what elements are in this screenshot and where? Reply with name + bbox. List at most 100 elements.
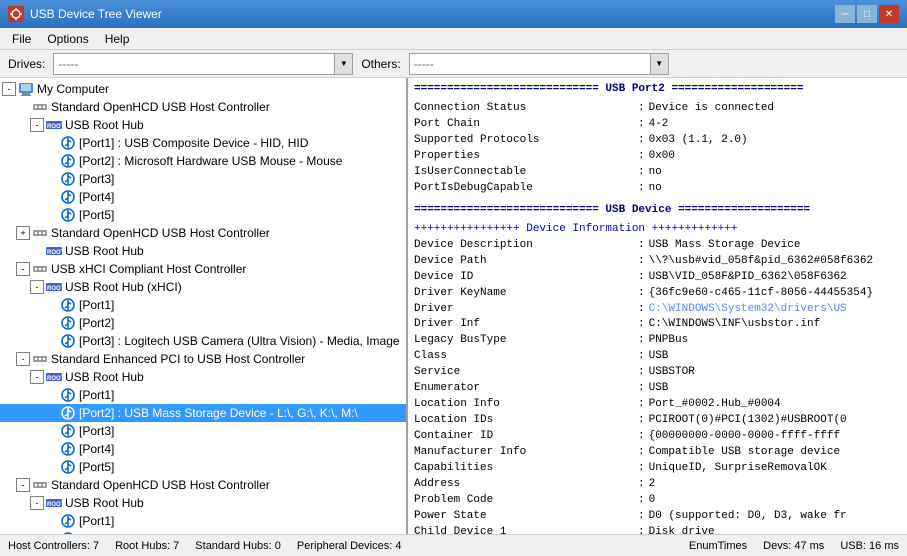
- port2-header: ============================ USB Port2 =…: [414, 82, 901, 97]
- svg-text:ROOT: ROOT: [47, 502, 62, 508]
- details-panel[interactable]: ============================ USB Port2 =…: [408, 78, 907, 534]
- tree-label-mycomputer: My Computer: [37, 82, 109, 96]
- location-ids-val: PCIROOT(0)#PCI(1302)#USBROOT(0: [649, 413, 847, 429]
- tree-item-port5-1[interactable]: [Port1]: [0, 512, 406, 530]
- tree-item-port1-1[interactable]: [Port1] : USB Composite Device - HID, HI…: [0, 134, 406, 152]
- problem-code-val: 0: [649, 493, 656, 509]
- tree-item-roothub4[interactable]: -ROOTUSB Root Hub: [0, 368, 406, 386]
- port-chain-row: Port Chain : 4-2: [414, 117, 901, 133]
- tree-label-port4-1: [Port1]: [79, 388, 114, 402]
- others-combo[interactable]: ----- ▼: [409, 53, 669, 75]
- others-label: Others:: [361, 57, 400, 71]
- tree-item-ohci2[interactable]: +Standard OpenHCD USB Host Controller: [0, 224, 406, 242]
- tree-label-port5-1: [Port1]: [79, 514, 114, 528]
- host-controllers-status: Host Controllers: 7: [8, 540, 99, 552]
- tree-panel[interactable]: - My Computer Standard OpenHCD USB Host Co…: [0, 78, 408, 534]
- address-val: 2: [649, 477, 656, 493]
- drives-combo[interactable]: ----- ▼: [53, 53, 353, 75]
- standard-hubs-status: Standard Hubs: 0: [195, 540, 281, 552]
- tree-item-port3-3[interactable]: [Port3] : Logitech USB Camera (Ultra Vis…: [0, 332, 406, 350]
- legacy-bustype-val: PNPBus: [649, 333, 689, 349]
- tree-item-port4-4[interactable]: [Port4]: [0, 440, 406, 458]
- tree-item-ohci3[interactable]: -Standard Enhanced PCI to USB Host Contr…: [0, 350, 406, 368]
- manufacturer-info-row: Manufacturer Info : Compatible USB stora…: [414, 445, 901, 461]
- minimize-button[interactable]: ─: [835, 5, 855, 23]
- tree-icon-computer: [18, 81, 34, 97]
- tree-item-port4-3[interactable]: [Port3]: [0, 422, 406, 440]
- tree-item-roothub1[interactable]: -ROOTUSB Root Hub: [0, 116, 406, 134]
- menu-file[interactable]: File: [4, 30, 39, 48]
- tree-item-roothub2[interactable]: ROOTUSB Root Hub: [0, 242, 406, 260]
- tree-item-port1-4[interactable]: [Port4]: [0, 188, 406, 206]
- expand-btn-mycomputer[interactable]: -: [2, 82, 16, 96]
- tree-item-roothub5[interactable]: -ROOTUSB Root Hub: [0, 494, 406, 512]
- devs-status: Devs: 47 ms: [763, 540, 824, 552]
- tree-label-port1-4: [Port4]: [79, 190, 114, 204]
- tree-item-port4-1[interactable]: [Port1]: [0, 386, 406, 404]
- power-state-key: Power State: [414, 509, 634, 525]
- tree-item-port1-2[interactable]: [Port2] : Microsoft Hardware USB Mouse -…: [0, 152, 406, 170]
- svg-text:ROOT: ROOT: [47, 286, 62, 292]
- drives-dropdown-btn[interactable]: ▼: [334, 54, 352, 74]
- others-dropdown-btn[interactable]: ▼: [650, 54, 668, 74]
- tree-icon-usb: [60, 405, 76, 421]
- tree-label-port5-2: [Port2]: [79, 532, 114, 534]
- tree-item-port3-1[interactable]: [Port1]: [0, 296, 406, 314]
- connection-status-val: Device is connected: [649, 101, 774, 117]
- legacy-bustype-key: Legacy BusType: [414, 333, 634, 349]
- device-path-val: \\?\usb#vid_058f&pid_6362#058f6362: [649, 254, 873, 270]
- menu-help[interactable]: Help: [97, 30, 138, 48]
- tree-item-port3-2[interactable]: [Port2]: [0, 314, 406, 332]
- service-val: USBSTOR: [649, 365, 695, 381]
- tree-item-port4-5[interactable]: [Port5]: [0, 458, 406, 476]
- manufacturer-info-key: Manufacturer Info: [414, 445, 634, 461]
- tree-icon-pci: [32, 99, 48, 115]
- child-device-val: Disk drive: [649, 525, 715, 534]
- driver-val: C:\WINDOWS\System32\drivers\US: [649, 302, 847, 318]
- device-description-val: USB Mass Storage Device: [649, 238, 801, 254]
- tree-item-roothub3[interactable]: -ROOTUSB Root Hub (xHCI): [0, 278, 406, 296]
- service-row: Service : USBSTOR: [414, 365, 901, 381]
- svg-text:ROOT: ROOT: [47, 124, 62, 130]
- connection-status-key: Connection Status: [414, 101, 634, 117]
- enumerator-val: USB: [649, 381, 669, 397]
- expand-btn-ohci3[interactable]: -: [16, 352, 30, 366]
- port-chain-key: Port Chain: [414, 117, 634, 133]
- power-state-row: Power State : D0 (supported: D0, D3, wak…: [414, 509, 901, 525]
- tree-icon-pci: [32, 477, 48, 493]
- expand-btn-roothub3[interactable]: -: [30, 280, 44, 294]
- tree-item-port1-5[interactable]: [Port5]: [0, 206, 406, 224]
- tree-item-port1-3[interactable]: [Port3]: [0, 170, 406, 188]
- usb-status: USB: 16 ms: [840, 540, 899, 552]
- tree-icon-pci: [32, 261, 48, 277]
- close-button[interactable]: ✕: [879, 5, 899, 23]
- expand-btn-ohci2[interactable]: +: [16, 226, 30, 240]
- expand-btn-roothub1[interactable]: -: [30, 118, 44, 132]
- tree-item-xhci1[interactable]: -USB xHCI Compliant Host Controller: [0, 260, 406, 278]
- port-is-debug-capable-val: no: [649, 181, 662, 197]
- expand-btn-ohci4[interactable]: -: [16, 478, 30, 492]
- tree-icon-usb: [60, 513, 76, 529]
- tree-item-ohci4[interactable]: -Standard OpenHCD USB Host Controller: [0, 476, 406, 494]
- class-key: Class: [414, 349, 634, 365]
- expand-btn-xhci1[interactable]: -: [16, 262, 30, 276]
- tree-item-mycomputer[interactable]: - My Computer: [0, 80, 406, 98]
- driver-inf-val: C:\WINDOWS\INF\usbstor.inf: [649, 317, 821, 333]
- menu-bar: File Options Help: [0, 28, 907, 50]
- maximize-button[interactable]: □: [857, 5, 877, 23]
- tree-icon-usb: [60, 387, 76, 403]
- tree-label-port3-1: [Port1]: [79, 298, 114, 312]
- menu-options[interactable]: Options: [39, 30, 96, 48]
- tree-label-port1-5: [Port5]: [79, 208, 114, 222]
- is-user-connectable-val: no: [649, 165, 662, 181]
- expand-btn-roothub5[interactable]: -: [30, 496, 44, 510]
- driver-keyname-val: {36fc9e60-c465-11cf-8056-44455354}: [649, 286, 873, 302]
- location-ids-key: Location IDs: [414, 413, 634, 429]
- expand-btn-roothub4[interactable]: -: [30, 370, 44, 384]
- tree-label-roothub1: USB Root Hub: [65, 118, 144, 132]
- enum-times-status: EnumTimes: [689, 540, 747, 552]
- tree-item-port5-2[interactable]: [Port2]: [0, 530, 406, 534]
- tree-item-ohci1[interactable]: Standard OpenHCD USB Host Controller: [0, 98, 406, 116]
- tree-item-port4-2[interactable]: [Port2] : USB Mass Storage Device - L:\,…: [0, 404, 406, 422]
- tree-label-port4-2: [Port2] : USB Mass Storage Device - L:\,…: [79, 406, 358, 420]
